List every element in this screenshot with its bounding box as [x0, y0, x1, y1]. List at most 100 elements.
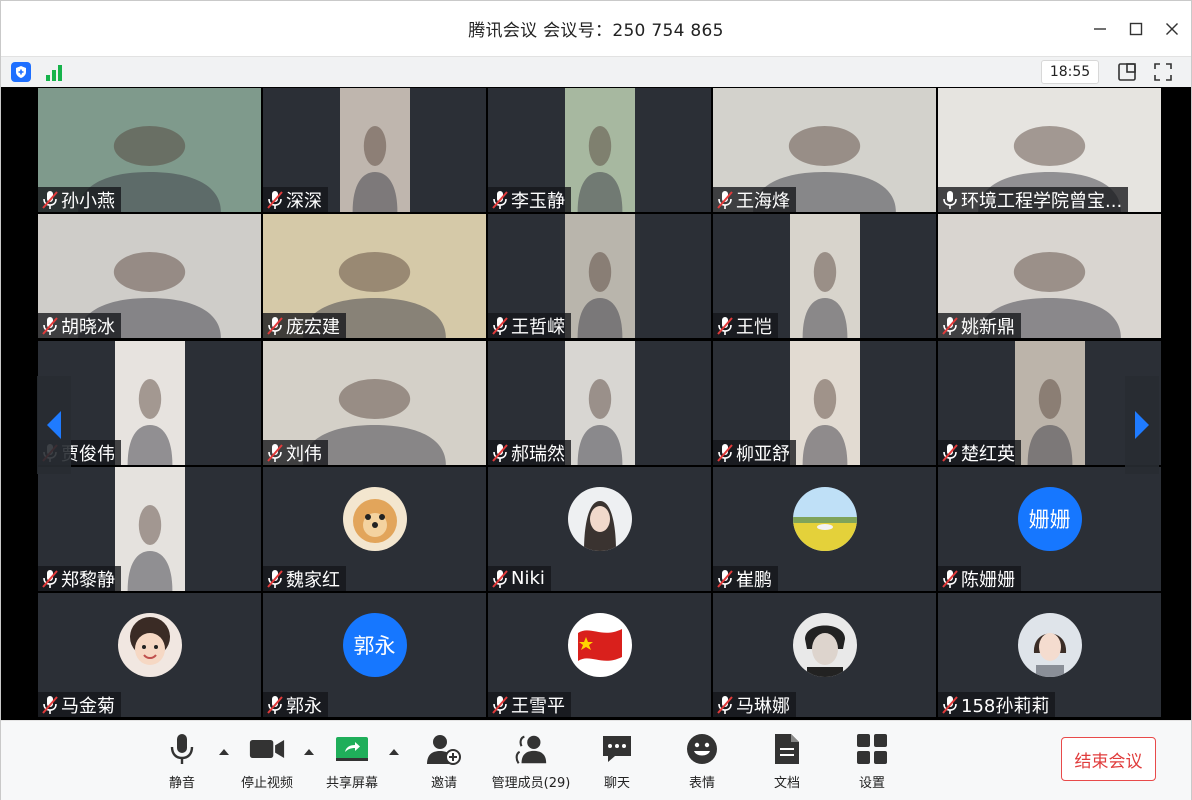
participant-tile[interactable]: 刘伟	[263, 341, 486, 465]
participant-name-tag: 孙小燕	[38, 187, 121, 212]
participant-tile[interactable]: 马琳娜	[713, 593, 936, 717]
end-meeting-button[interactable]: 结束会议	[1061, 737, 1156, 781]
mic-muted-icon	[942, 443, 958, 462]
share-screen-button[interactable]: 共享屏幕	[307, 731, 397, 793]
mic-muted-icon	[942, 569, 958, 588]
minimize-button[interactable]	[1083, 12, 1117, 46]
smiley-icon	[684, 731, 720, 767]
participant-tile[interactable]: 郝瑞然	[488, 341, 711, 465]
participant-name: 魏家红	[286, 569, 340, 591]
documents-label: 文档	[773, 776, 800, 791]
manage-members-button[interactable]: 管理成员(29)	[486, 731, 576, 793]
mic-muted-icon	[492, 443, 508, 462]
participant-video	[1015, 341, 1085, 465]
participant-avatar: 姗姗	[1017, 487, 1082, 551]
signal-icon[interactable]	[43, 61, 65, 83]
participant-tile[interactable]: 王海烽	[713, 88, 936, 212]
mic-muted-icon	[717, 695, 733, 714]
participant-name-tag: 崔鹏	[713, 566, 778, 591]
participant-tile[interactable]: 魏家红	[263, 467, 486, 591]
participant-tile[interactable]: 马金菊	[38, 593, 261, 717]
participant-tile[interactable]: 158孙莉莉	[938, 593, 1161, 717]
participant-avatar	[792, 613, 857, 677]
participant-tile[interactable]: 姗姗陈姗姗	[938, 467, 1161, 591]
mic-muted-icon	[492, 695, 508, 714]
participant-tile[interactable]: 胡晓冰	[38, 214, 261, 338]
participant-tile[interactable]: 孙小燕	[38, 88, 261, 212]
participant-tile[interactable]: 王哲嵘	[488, 214, 711, 338]
chat-label: 聊天	[603, 776, 630, 791]
documents-button[interactable]: 文档	[742, 731, 832, 793]
participant-name-tag: 刘伟	[263, 440, 328, 465]
participant-tile[interactable]: 深深	[263, 88, 486, 212]
maximize-button[interactable]	[1119, 12, 1153, 46]
mic-muted-icon	[942, 316, 958, 335]
maximize-icon	[1129, 22, 1143, 35]
layout-toggle-icon[interactable]	[1115, 60, 1139, 84]
participant-tile[interactable]: 郭永 郭永	[263, 593, 486, 717]
participant-avatar	[1017, 613, 1082, 677]
participant-name: 王海烽	[736, 190, 790, 212]
mic-muted-icon	[267, 190, 283, 209]
window-controls	[1083, 1, 1191, 56]
reactions-label: 表情	[688, 776, 715, 791]
reactions-button[interactable]: 表情	[657, 731, 747, 793]
mute-button[interactable]: 静音	[137, 731, 227, 793]
participant-tile[interactable]: Niki	[488, 467, 711, 591]
participant-tile[interactable]: 庞宏建	[263, 214, 486, 338]
status-bar: 18:55	[1, 56, 1191, 87]
participant-name-tag: 郭永	[263, 692, 328, 717]
microphone-icon	[164, 731, 200, 767]
mute-label: 静音	[168, 776, 195, 791]
fullscreen-icon[interactable]	[1151, 60, 1175, 84]
participant-name: 刘伟	[286, 443, 322, 465]
participant-tile[interactable]: 崔鹏	[713, 467, 936, 591]
participant-name: Niki	[511, 568, 545, 589]
next-page-button[interactable]	[1125, 376, 1159, 474]
participant-name: 深深	[286, 190, 322, 212]
invite-label: 邀请	[430, 776, 457, 791]
shield-icon[interactable]	[11, 62, 31, 82]
participant-video	[790, 214, 860, 338]
mic-muted-icon	[42, 695, 58, 714]
participant-tile[interactable]: 王雪平	[488, 593, 711, 717]
participant-name: 孙小燕	[61, 190, 115, 212]
mic-muted-icon	[717, 190, 733, 209]
close-button[interactable]	[1155, 12, 1189, 46]
participant-tile[interactable]: 王恺	[713, 214, 936, 338]
stop-video-button[interactable]: 停止视频	[222, 731, 312, 793]
mic-muted-icon	[942, 695, 958, 714]
participant-name: 郭永	[286, 695, 322, 717]
participant-name-tag: 王哲嵘	[488, 313, 571, 338]
participant-tile[interactable]: 贾俊伟	[38, 341, 261, 465]
participant-name: 柳亚舒	[736, 443, 790, 465]
video-grid: 158孙莉莉 马琳娜 王雪平 郭永 郭永 马金菊 姗姗 陈姗姗 崔鹏 Niki 魏家红 郑黎静 楚红英柳…	[1, 87, 1191, 720]
participant-tile[interactable]: 姚新鼎	[938, 214, 1161, 338]
participant-name: 庞宏建	[286, 316, 340, 338]
participant-tile[interactable]: 郑黎静	[38, 467, 261, 591]
mic-muted-icon	[267, 695, 283, 714]
add-user-icon	[426, 731, 462, 767]
meeting-toolbar: 静音 停止视频 共享屏幕 邀请 管理成员(29) 聊天 表情 文档 设置 结束会…	[1, 720, 1191, 800]
settings-button[interactable]: 设置	[827, 731, 917, 793]
participant-tile[interactable]: 李玉静	[488, 88, 711, 212]
participant-video	[790, 341, 860, 465]
share-screen-icon	[334, 731, 370, 767]
participant-name-tag: 魏家红	[263, 566, 346, 591]
apps-grid-icon	[854, 731, 890, 767]
invite-button[interactable]: 邀请	[399, 731, 489, 793]
chevron-right-icon	[1135, 411, 1149, 439]
members-icon	[513, 731, 549, 767]
chat-button[interactable]: 聊天	[572, 731, 662, 793]
participant-name-tag: 陈姗姗	[938, 566, 1021, 591]
meeting-clock: 18:55	[1041, 60, 1099, 84]
participant-tile[interactable]: 柳亚舒	[713, 341, 936, 465]
participant-avatar	[567, 613, 632, 677]
participant-tile[interactable]: 环境工程学院曾宝...	[938, 88, 1161, 212]
settings-label: 设置	[858, 776, 885, 791]
participant-name-tag: Niki	[488, 566, 551, 591]
participant-video	[115, 467, 185, 591]
window-title: 腾讯会议 会议号：250 754 865	[468, 21, 724, 41]
manage-members-label: 管理成员(29)	[491, 776, 571, 791]
prev-page-button[interactable]	[37, 376, 71, 474]
